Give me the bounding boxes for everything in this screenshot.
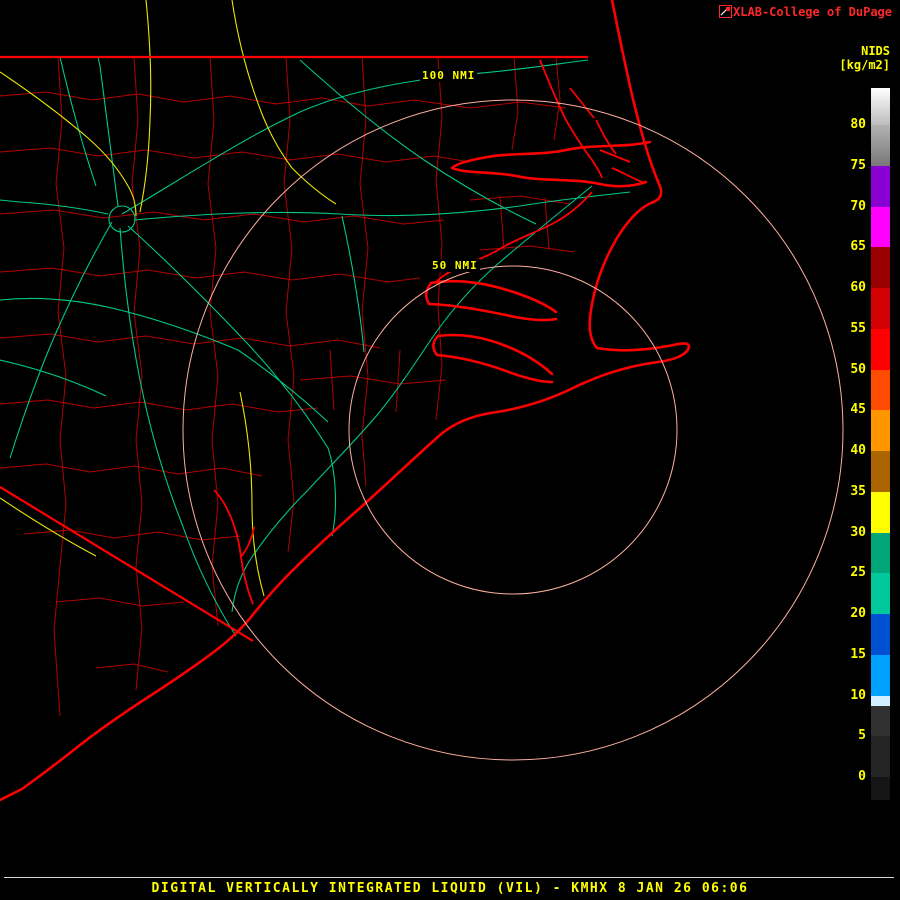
colorbar-cell bbox=[871, 736, 890, 777]
range-label-50nmi: 50 NMI bbox=[430, 259, 480, 272]
units-block: NIDS [kg/m2] bbox=[839, 44, 890, 72]
colorbar-tick-label: 80 bbox=[850, 117, 866, 132]
colorbar-cell bbox=[871, 491, 890, 533]
colorbar-tick-label: 55 bbox=[850, 320, 866, 336]
colorbar-tick-label: 20 bbox=[850, 606, 866, 621]
colorbar-tick-label: 40 bbox=[850, 443, 866, 458]
colorbar-cell bbox=[871, 705, 890, 737]
colorbar-cell bbox=[871, 410, 890, 451]
state-borders-layer bbox=[0, 55, 588, 642]
colorbar-cell bbox=[871, 614, 890, 655]
beltway-ring bbox=[108, 205, 136, 233]
colorbar-cell bbox=[871, 165, 890, 207]
colorbar-cell bbox=[871, 573, 890, 614]
colorbar-tick-label: 15 bbox=[850, 646, 866, 662]
colorbar-tick-label: 25 bbox=[850, 565, 866, 581]
colorbar-cell bbox=[871, 369, 890, 411]
range-ring-50nmi bbox=[348, 265, 678, 595]
colorbar-cell bbox=[871, 695, 890, 706]
colorbar-tick-label: 0 bbox=[858, 769, 866, 784]
cod-logo-icon bbox=[718, 5, 732, 18]
ocean-coastline bbox=[0, 0, 691, 802]
colorbar bbox=[871, 88, 890, 800]
colorbar-cell bbox=[871, 451, 890, 492]
coastal-islands bbox=[569, 87, 643, 183]
coastline-layer bbox=[0, 0, 691, 802]
colorbar-cell bbox=[871, 206, 890, 248]
colorbar-cell bbox=[871, 288, 890, 329]
colorbar-cell bbox=[871, 777, 890, 800]
colorbar-tick-label: 65 bbox=[850, 239, 866, 255]
brand-text: NEXLAB-College of DuPage bbox=[718, 5, 892, 19]
colorbar-cell bbox=[871, 247, 890, 288]
colorbar-cell bbox=[871, 654, 890, 696]
pamlico-river-shore bbox=[424, 279, 558, 322]
roads-layer bbox=[0, 0, 631, 637]
product-code-label: NIDS bbox=[861, 44, 890, 58]
range-rings-layer bbox=[182, 99, 844, 761]
neuse-river-shore bbox=[432, 333, 554, 384]
colorbar-tick-label: 75 bbox=[850, 157, 866, 173]
colorbar-ticks: 80 75 70 65 60 55 50 45 40 35 30 25 20 15 10 5 0 bbox=[828, 88, 866, 800]
colorbar-tick-label: 5 bbox=[858, 728, 866, 744]
map-canvas bbox=[0, 0, 844, 802]
range-label-100nmi: 100 NMI bbox=[420, 69, 478, 82]
colorbar-cell bbox=[871, 328, 890, 370]
colorbar-tick-label: 30 bbox=[850, 524, 866, 540]
colorbar-cell bbox=[871, 88, 890, 125]
colorbar-tick-label: 45 bbox=[850, 402, 866, 418]
footer-divider bbox=[4, 877, 894, 878]
colorbar-tick-label: 60 bbox=[850, 280, 866, 295]
albemarle-sound-shore bbox=[450, 140, 652, 188]
units-label: [kg/m2] bbox=[839, 58, 890, 72]
product-title: DIGITAL VERTICALLY INTEGRATED LIQUID (VI… bbox=[151, 881, 749, 896]
colorbar-tick-label: 50 bbox=[850, 361, 866, 377]
radar-display: 100 NMI 50 NMI NEXLAB-College of DuPage … bbox=[0, 0, 900, 900]
south-carolina-border-line bbox=[0, 486, 254, 642]
colorbar-cell bbox=[871, 532, 890, 574]
brand: NEXLAB-College of DuPage bbox=[718, 5, 892, 19]
cape-fear-river bbox=[213, 489, 255, 605]
colorbar-tick-label: 70 bbox=[850, 198, 866, 214]
range-ring-100nmi bbox=[182, 99, 844, 761]
colorbar-tick-label: 35 bbox=[850, 483, 866, 499]
colorbar-tick-label: 10 bbox=[850, 687, 866, 703]
colorbar-cell bbox=[871, 125, 890, 166]
currituck-sound-shore bbox=[539, 59, 603, 179]
